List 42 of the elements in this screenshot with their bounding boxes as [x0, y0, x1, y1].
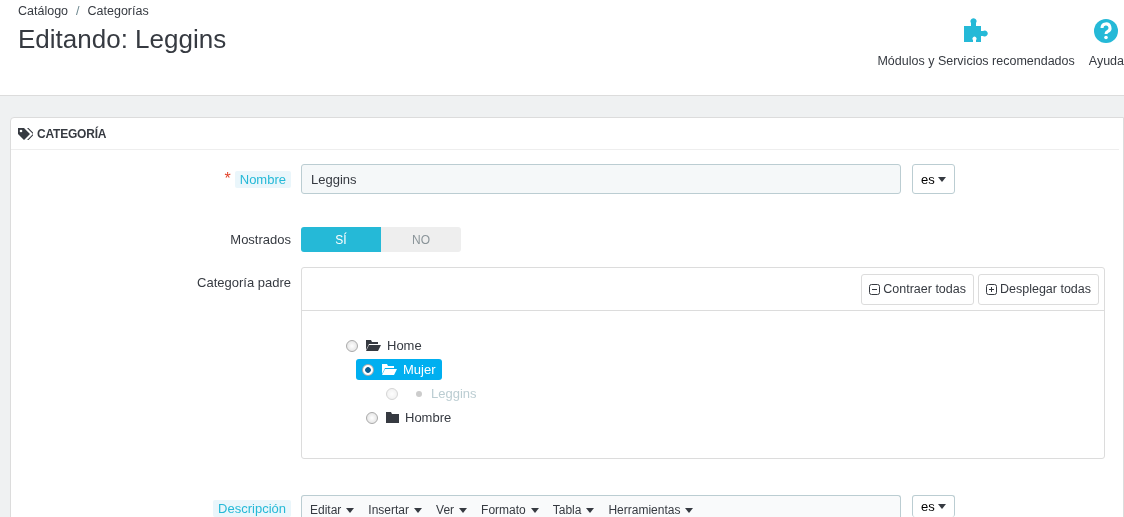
menu-button[interactable]: Editar [310, 503, 355, 517]
menu-button[interactable]: Insertar [368, 503, 423, 517]
tree-action-button[interactable]: Contraer todas [861, 273, 974, 305]
menu-button[interactable]: Ver [436, 503, 468, 517]
language-dropdown[interactable]: es [912, 164, 955, 194]
tree-item[interactable]: Hombre [405, 410, 452, 425]
puzzle-icon [962, 18, 991, 44]
caret-icon [586, 507, 595, 513]
panel-title: CATEGORÍA [37, 126, 107, 141]
menu-button[interactable]: Tabla [552, 503, 595, 517]
help-icon [1093, 18, 1120, 44]
tree-action-button[interactable]: Desplegar todas [977, 273, 1099, 305]
page-title: Editando: Leggins [18, 24, 227, 55]
caret-icon [685, 507, 694, 513]
tag-icon [18, 127, 33, 140]
toolbar-button[interactable]: Módulos y Servicios recomendados [877, 18, 1075, 95]
caret-icon [459, 507, 468, 513]
bullet-icon [416, 390, 422, 397]
field-label: Mostrados [230, 232, 291, 247]
toolbar-button[interactable]: Ayuda [1088, 18, 1124, 95]
field-label: Descripción [213, 500, 291, 517]
caret-icon [530, 507, 539, 513]
name-input[interactable]: Leggins [301, 164, 901, 194]
caret-icon [346, 507, 355, 513]
caret-icon [937, 504, 946, 509]
radio-button[interactable] [366, 411, 378, 424]
required-asterisk: * [224, 170, 231, 188]
breadcrumb-link[interactable]: Categorías [87, 4, 149, 18]
breadcrumb-link[interactable]: Catálogo [18, 4, 69, 18]
caret-icon [937, 176, 946, 182]
field-label: Categoría padre [197, 274, 291, 290]
tree-item[interactable]: Home [387, 338, 422, 353]
field-label: Nombre [234, 170, 291, 188]
menu-button[interactable]: Formato [481, 503, 539, 517]
radio-button[interactable] [362, 363, 374, 376]
plus-square-icon [985, 283, 997, 295]
breadcrumb-separator: / [76, 4, 80, 18]
menu-button[interactable]: Herramientas [608, 503, 694, 517]
minus-square-icon [869, 283, 881, 295]
radio-button[interactable] [346, 339, 358, 352]
language-dropdown[interactable]: es [912, 495, 955, 517]
caret-icon [414, 507, 423, 513]
